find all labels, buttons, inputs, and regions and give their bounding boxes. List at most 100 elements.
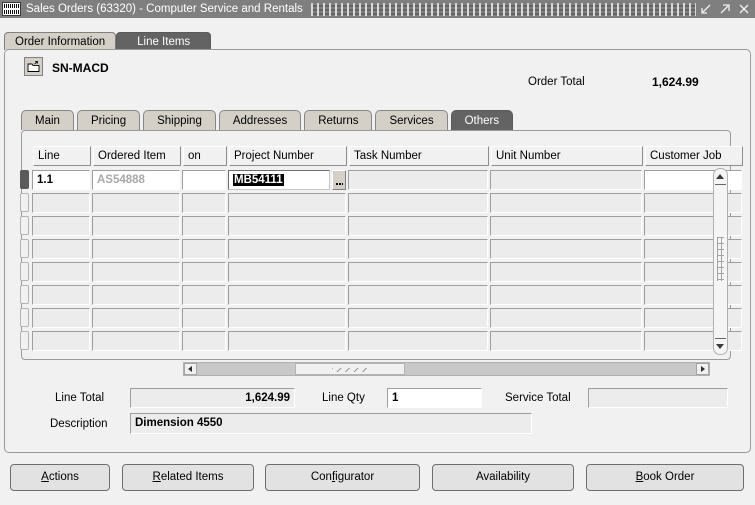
- grid-cell[interactable]: [32, 284, 90, 305]
- tab-order-information[interactable]: Order Information: [4, 32, 117, 50]
- close-button[interactable]: [738, 3, 750, 15]
- grid-cell[interactable]: [92, 238, 180, 259]
- grid-column-header[interactable]: Line: [33, 146, 91, 166]
- description-field[interactable]: Dimension 4550: [130, 413, 532, 434]
- tab-others[interactable]: Others: [450, 110, 514, 130]
- grid-cell[interactable]: [490, 192, 642, 213]
- grid-cell[interactable]: [490, 330, 642, 351]
- table-row[interactable]: [20, 283, 742, 306]
- grid-cell[interactable]: [348, 215, 488, 236]
- grid-cell[interactable]: [490, 238, 642, 259]
- grid-cell[interactable]: [32, 330, 90, 351]
- grid-cell[interactable]: [182, 238, 226, 259]
- line-qty-field[interactable]: 1: [387, 388, 482, 408]
- scroll-right-arrow-icon[interactable]: [696, 363, 709, 375]
- grid-cell[interactable]: [182, 192, 226, 213]
- grid-cell[interactable]: [490, 261, 642, 282]
- tab-pricing[interactable]: Pricing: [76, 110, 141, 130]
- vertical-scroll-thumb[interactable]: [715, 187, 726, 335]
- tab-shipping[interactable]: Shipping: [143, 110, 216, 130]
- grid-cell[interactable]: [228, 330, 346, 351]
- grid-cell[interactable]: [228, 307, 346, 328]
- grid-horizontal-scrollbar[interactable]: [183, 362, 710, 376]
- grid-cell[interactable]: [32, 307, 90, 328]
- export-folder-icon[interactable]: [24, 57, 43, 76]
- table-row[interactable]: [20, 260, 742, 283]
- table-row[interactable]: [20, 214, 742, 237]
- grid-cell[interactable]: [348, 284, 488, 305]
- grid-cell[interactable]: [228, 215, 346, 236]
- grid-column-header[interactable]: on: [183, 146, 227, 166]
- record-indicator[interactable]: [20, 239, 29, 258]
- availability-button[interactable]: Availability: [432, 463, 574, 491]
- grid-cell[interactable]: AS54888: [92, 169, 180, 190]
- grid-cell[interactable]: [490, 307, 642, 328]
- record-indicator[interactable]: [20, 170, 29, 189]
- grid-cell[interactable]: [92, 192, 180, 213]
- grid-column-header[interactable]: Unit Number: [491, 146, 643, 166]
- grid-cell[interactable]: [32, 215, 90, 236]
- grid-cell[interactable]: [490, 169, 642, 190]
- grid-cell[interactable]: [228, 261, 346, 282]
- record-indicator[interactable]: [20, 262, 29, 281]
- table-row[interactable]: [20, 306, 742, 329]
- grid-cell[interactable]: [32, 261, 90, 282]
- grid-cell[interactable]: [228, 192, 346, 213]
- grid-cell[interactable]: [348, 238, 488, 259]
- grid-cell[interactable]: [92, 307, 180, 328]
- maximize-button[interactable]: [719, 3, 731, 15]
- horizontal-scroll-thumb[interactable]: [295, 363, 405, 375]
- grid-cell[interactable]: [348, 169, 488, 190]
- tab-returns[interactable]: Returns: [304, 110, 373, 130]
- table-row[interactable]: 1.1 AS54888 MB54111: [20, 168, 742, 191]
- grid-cell[interactable]: [348, 330, 488, 351]
- grid-cell[interactable]: [32, 238, 90, 259]
- grid-cell[interactable]: [182, 307, 226, 328]
- grid-column-header[interactable]: Task Number: [349, 146, 489, 166]
- grid-cell[interactable]: [228, 238, 346, 259]
- grid-cell[interactable]: [92, 284, 180, 305]
- tab-main[interactable]: Main: [21, 110, 74, 130]
- grid-cell[interactable]: [182, 169, 226, 190]
- tab-line-items[interactable]: Line Items: [116, 32, 212, 50]
- tab-addresses[interactable]: Addresses: [218, 110, 302, 130]
- grid-cell[interactable]: [182, 261, 226, 282]
- scroll-up-arrow-icon[interactable]: [714, 170, 727, 183]
- actions-button[interactable]: Actions: [10, 463, 110, 491]
- record-indicator[interactable]: [20, 193, 29, 212]
- book-order-button[interactable]: Book Order: [586, 463, 744, 491]
- grid-cell[interactable]: [92, 261, 180, 282]
- grid-cell[interactable]: [182, 284, 226, 305]
- grid-cell[interactable]: [490, 215, 642, 236]
- table-row[interactable]: [20, 329, 742, 352]
- grid-cell[interactable]: MB54111: [228, 169, 330, 190]
- grid-cell[interactable]: [32, 192, 90, 213]
- grid-column-header[interactable]: Customer Job: [645, 146, 743, 166]
- tab-services[interactable]: Services: [375, 110, 448, 130]
- grid-cell[interactable]: [92, 330, 180, 351]
- service-total-field[interactable]: [588, 388, 728, 408]
- line-total-field[interactable]: 1,624.99: [130, 388, 295, 408]
- grid-cell[interactable]: [348, 192, 488, 213]
- record-indicator[interactable]: [20, 216, 29, 235]
- record-indicator[interactable]: [20, 308, 29, 327]
- grid-cell[interactable]: [182, 330, 226, 351]
- list-of-values-button[interactable]: [332, 169, 346, 190]
- grid-column-header[interactable]: Project Number: [229, 146, 347, 166]
- minimize-button[interactable]: [700, 3, 712, 15]
- record-indicator[interactable]: [20, 285, 29, 304]
- scroll-down-arrow-icon[interactable]: [714, 340, 727, 353]
- grid-cell[interactable]: [182, 215, 226, 236]
- grid-cell[interactable]: 1.1: [32, 169, 90, 190]
- grid-cell[interactable]: [228, 284, 346, 305]
- grid-column-header[interactable]: Ordered Item: [93, 146, 181, 166]
- grid-vertical-scrollbar[interactable]: [713, 168, 728, 355]
- grid-cell[interactable]: [348, 261, 488, 282]
- grid-cell[interactable]: [92, 215, 180, 236]
- table-row[interactable]: [20, 191, 742, 214]
- table-row[interactable]: [20, 237, 742, 260]
- scroll-left-arrow-icon[interactable]: [184, 363, 197, 375]
- related-items-button[interactable]: Related Items: [122, 463, 254, 491]
- grid-cell[interactable]: [490, 284, 642, 305]
- record-indicator[interactable]: [20, 331, 29, 350]
